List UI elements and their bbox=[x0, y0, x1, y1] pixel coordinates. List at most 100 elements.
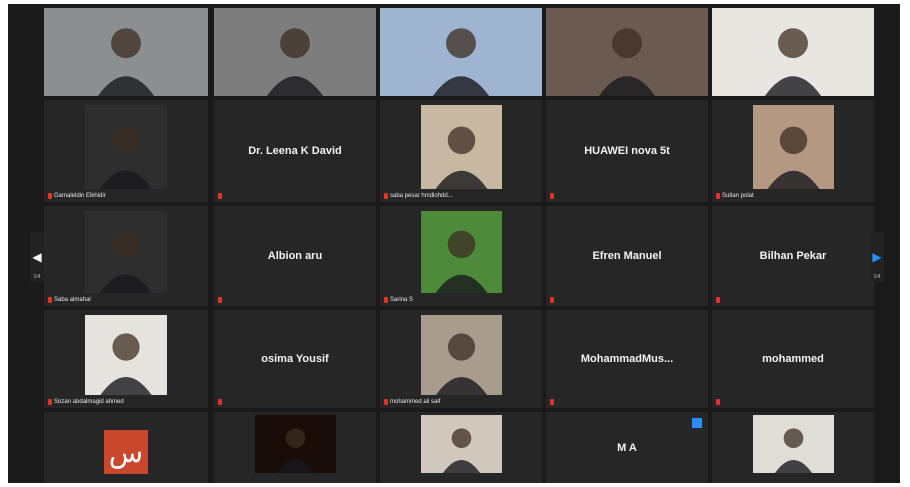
participant-tile[interactable] bbox=[380, 412, 542, 483]
participant-video bbox=[712, 8, 874, 96]
participant-video bbox=[421, 105, 502, 189]
participant-name: HUAWEI nova 5t bbox=[584, 145, 670, 157]
person-silhouette-icon bbox=[100, 333, 152, 395]
participant-tile[interactable]: mohammed ali saif bbox=[380, 310, 542, 408]
page-indicator-right: 1/4 bbox=[873, 274, 881, 280]
participant-tile[interactable]: mohammed bbox=[712, 310, 874, 408]
participant-name: Efren Manuel bbox=[592, 250, 662, 262]
participant-tile[interactable]: saba pesar hmdlohdd... bbox=[380, 100, 542, 202]
participant-tile[interactable] bbox=[712, 412, 874, 483]
participant-video bbox=[380, 8, 542, 96]
participant-tile[interactable] bbox=[546, 8, 708, 96]
participant-video bbox=[85, 315, 167, 395]
person-silhouette-icon bbox=[774, 428, 813, 473]
participant-tile[interactable] bbox=[214, 412, 376, 483]
next-page-button[interactable]: ▶ 1/4 bbox=[870, 232, 884, 282]
participant-name: Dr. Leena K David bbox=[248, 145, 342, 157]
participant-name-label: Sozan abdalmagid ahmed bbox=[54, 399, 124, 405]
participant-name: Bilhan Pekar bbox=[759, 250, 827, 262]
participant-name-tag bbox=[550, 399, 554, 405]
participant-tile[interactable]: Bilhan Pekar bbox=[712, 206, 874, 306]
participant-tile[interactable]: Albion aru bbox=[214, 206, 376, 306]
participant-name-tag: Sultan polat bbox=[716, 193, 754, 199]
previous-page-button[interactable]: ◀ 1/4 bbox=[30, 232, 44, 282]
person-silhouette-icon bbox=[435, 230, 488, 293]
person-silhouette-icon bbox=[435, 126, 488, 189]
participant-tile[interactable]: Efren Manuel bbox=[546, 206, 708, 306]
participant-tile[interactable]: Gamaleldin Elkhidir bbox=[44, 100, 208, 202]
person-silhouette-icon bbox=[435, 333, 488, 395]
mic-muted-icon bbox=[48, 399, 52, 405]
participant-tile[interactable]: M A bbox=[546, 412, 708, 483]
participant-name-tag bbox=[218, 399, 222, 405]
participant-name-label: Gamaleldin Elkhidir bbox=[54, 193, 106, 199]
participant-name-label: Sultan polat bbox=[722, 193, 754, 199]
person-silhouette-icon bbox=[764, 28, 822, 96]
participant-tile[interactable] bbox=[712, 8, 874, 96]
participant-name-tag: Sarina S bbox=[384, 297, 413, 303]
mic-muted-icon bbox=[384, 193, 388, 199]
participant-name-tag bbox=[218, 297, 222, 303]
participant-tile[interactable]: Sozan abdalmagid ahmed bbox=[44, 310, 208, 408]
mic-muted-icon bbox=[48, 297, 52, 303]
mic-muted-icon bbox=[716, 193, 720, 199]
mic-muted-icon bbox=[48, 193, 52, 199]
participant-video bbox=[546, 8, 708, 96]
participant-name-tag bbox=[550, 297, 554, 303]
person-silhouette-icon bbox=[266, 28, 324, 96]
participant-name: Albion aru bbox=[267, 250, 323, 262]
participant-video bbox=[85, 105, 167, 189]
person-silhouette-icon bbox=[99, 229, 153, 293]
mic-muted-icon bbox=[218, 193, 222, 199]
mic-muted-icon bbox=[550, 193, 554, 199]
person-silhouette-icon bbox=[432, 28, 490, 96]
participant-video bbox=[85, 211, 167, 293]
participant-tile[interactable]: HUAWEI nova 5t bbox=[546, 100, 708, 202]
participant-name-label: mohammed ali saif bbox=[390, 399, 441, 405]
mic-muted-icon bbox=[218, 399, 222, 405]
participant-name: MohammadMus... bbox=[580, 353, 674, 365]
participant-tile[interactable]: MohammadMus... bbox=[546, 310, 708, 408]
person-silhouette-icon bbox=[99, 125, 153, 189]
participant-tile[interactable]: Dr. Leena K David bbox=[214, 100, 376, 202]
participant-video bbox=[753, 105, 834, 189]
participant-tile[interactable] bbox=[214, 8, 376, 96]
participant-tile[interactable] bbox=[44, 8, 208, 96]
mic-muted-icon bbox=[716, 297, 720, 303]
person-silhouette-icon bbox=[97, 28, 155, 96]
mic-muted-icon bbox=[384, 399, 388, 405]
participant-video bbox=[44, 8, 208, 96]
participant-video bbox=[753, 415, 834, 473]
participant-logo: س bbox=[104, 430, 148, 474]
participant-tile[interactable]: osima Yousif bbox=[214, 310, 376, 408]
participant-name-tag bbox=[550, 193, 554, 199]
chevron-left-icon: ◀ bbox=[32, 250, 42, 264]
mic-muted-icon bbox=[550, 297, 554, 303]
mic-muted-icon bbox=[716, 399, 720, 405]
participant-video bbox=[421, 415, 502, 473]
participant-name: osima Yousif bbox=[261, 353, 329, 365]
participant-video bbox=[255, 415, 336, 473]
participant-tile[interactable] bbox=[380, 8, 542, 96]
participant-name-tag bbox=[218, 193, 222, 199]
person-silhouette-icon bbox=[598, 28, 656, 96]
mic-muted-icon bbox=[218, 297, 222, 303]
status-indicator-icon bbox=[692, 418, 702, 428]
mic-muted-icon bbox=[550, 399, 554, 405]
mic-muted-icon bbox=[384, 297, 388, 303]
participant-name: mohammed bbox=[762, 353, 824, 365]
participant-tile[interactable]: Sultan polat bbox=[712, 100, 874, 202]
participant-video bbox=[421, 211, 502, 293]
participant-tile[interactable]: Saba almahal bbox=[44, 206, 208, 306]
participant-name-tag: saba pesar hmdlohdd... bbox=[384, 193, 453, 199]
page-indicator-left: 1/4 bbox=[33, 274, 41, 280]
participant-name-label: Saba almahal bbox=[54, 297, 91, 303]
participant-name-tag: mohammed ali saif bbox=[384, 399, 440, 405]
participant-name-tag: Gamaleldin Elkhidir bbox=[48, 193, 106, 199]
participant-name-label: saba pesar hmdlohdd... bbox=[390, 193, 453, 199]
participant-tile[interactable]: س bbox=[44, 412, 208, 483]
participant-video bbox=[214, 8, 376, 96]
participant-name: M A bbox=[617, 441, 637, 454]
person-silhouette-icon bbox=[767, 126, 820, 189]
participant-tile[interactable]: Sarina S bbox=[380, 206, 542, 306]
